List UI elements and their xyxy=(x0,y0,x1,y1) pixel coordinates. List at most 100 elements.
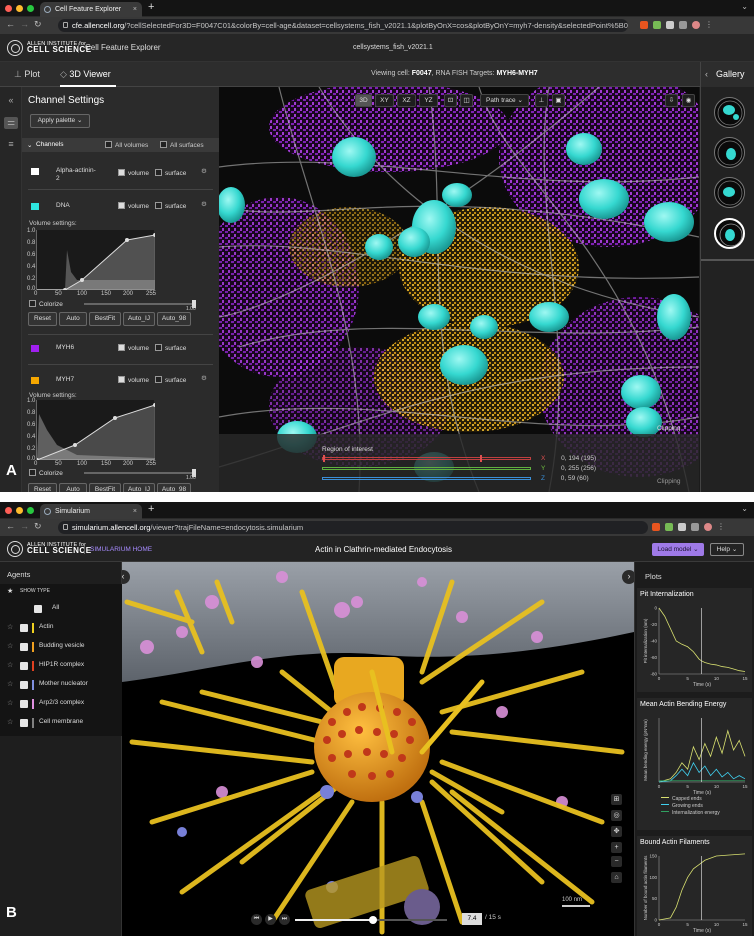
colorize-toggle[interactable]: Colorize xyxy=(29,469,63,477)
colorize-slider[interactable] xyxy=(84,469,196,477)
volume-toggle[interactable]: volume xyxy=(118,344,149,352)
channel-row[interactable]: DNA volume surface ⚙ xyxy=(22,197,219,219)
checkbox[interactable] xyxy=(20,700,28,708)
forward-icon[interactable]: → xyxy=(20,19,29,29)
checkbox[interactable] xyxy=(118,202,125,209)
collapse-icon[interactable]: « xyxy=(4,95,18,107)
star-icon[interactable]: ☆ xyxy=(7,623,13,631)
gallery-thumbnail[interactable] xyxy=(714,177,745,208)
star-icon[interactable]: ★ xyxy=(7,587,13,595)
tab-plot[interactable]: ⊥ Plot xyxy=(14,62,44,87)
extension-icon[interactable] xyxy=(652,523,660,531)
agent-row[interactable]: ☆ Arp2/3 complex xyxy=(0,695,122,713)
home-icon[interactable]: ⌂ xyxy=(611,872,622,883)
roi-x-slider[interactable] xyxy=(322,455,531,462)
surface-toggle[interactable]: surface xyxy=(155,169,186,177)
gallery-header[interactable]: ‹ Gallery xyxy=(700,62,754,87)
checkbox[interactable] xyxy=(105,141,112,148)
channel-color-swatch[interactable] xyxy=(31,345,39,352)
auto-98-button[interactable]: Auto_98 xyxy=(157,312,191,326)
view-yz-button[interactable]: YZ xyxy=(419,94,438,107)
maximize-window-dot[interactable] xyxy=(27,5,34,12)
checkbox[interactable] xyxy=(118,376,125,383)
gear-icon[interactable]: ⚙ xyxy=(201,167,207,175)
agent-row[interactable]: ☆ HIP1R complex xyxy=(0,657,122,675)
minimize-window-dot[interactable] xyxy=(16,507,23,514)
auto-button[interactable]: Auto xyxy=(59,483,87,492)
close-tab-icon[interactable]: × xyxy=(133,2,137,17)
back-icon[interactable]: ← xyxy=(6,19,15,29)
star-icon[interactable]: ☆ xyxy=(7,718,13,726)
pit-internalization-chart[interactable]: 0 5 10 15 0 -20 -40 -60 -80 Time (s) Pit internali… xyxy=(637,602,752,692)
all-surfaces-toggle[interactable]: All surfaces xyxy=(160,141,204,149)
colorize-toggle[interactable]: Colorize xyxy=(29,300,63,308)
time-slider[interactable] xyxy=(295,916,447,924)
checkbox[interactable] xyxy=(20,643,28,651)
auto-ij-button[interactable]: Auto_IJ xyxy=(123,312,155,326)
tab-3d-viewer[interactable]: ◇ 3D Viewer xyxy=(60,62,116,87)
allen-logo-icon[interactable] xyxy=(7,40,23,56)
collapse-right-panel-button[interactable]: › xyxy=(622,570,634,584)
volume-toggle[interactable]: volume xyxy=(118,169,149,177)
roi-y-slider[interactable] xyxy=(322,467,531,470)
grid-icon[interactable]: ⊞ xyxy=(611,794,622,805)
checkbox[interactable] xyxy=(29,300,36,307)
bounding-box-icon[interactable]: ▣ xyxy=(552,94,565,107)
gear-icon[interactable]: ⚙ xyxy=(201,374,207,382)
simularium-home-link[interactable]: SIMULARIUM HOME xyxy=(84,546,152,554)
surface-toggle[interactable]: surface xyxy=(155,344,186,352)
ruler-icon[interactable]: ⊥ xyxy=(535,94,548,107)
bestfit-button[interactable]: BestFit xyxy=(89,312,121,326)
profile-icon[interactable] xyxy=(704,523,712,531)
channel-color-swatch[interactable] xyxy=(31,203,39,210)
zoom-in-icon[interactable]: + xyxy=(611,842,622,853)
allen-logo-icon[interactable] xyxy=(7,541,23,557)
gallery-thumbnail[interactable] xyxy=(714,97,745,128)
chevron-down-icon[interactable]: ⌄ xyxy=(741,504,748,513)
simulation-viewport[interactable]: ‹ › ⊞ ◎ ✥ + − ⌂ 100 nm ⏮ ▶ ⏭ 7.4 / 15 s xyxy=(122,562,634,936)
auto-ij-button[interactable]: Auto_IJ xyxy=(123,483,155,492)
bestfit-button[interactable]: BestFit xyxy=(89,483,121,492)
volume-toggle[interactable]: volume xyxy=(118,376,149,384)
auto-button[interactable]: Auto xyxy=(59,312,87,326)
clipping-label-bottom[interactable]: Clipping xyxy=(657,478,681,485)
auto-98-button[interactable]: Auto_98 xyxy=(157,483,191,492)
channel-color-swatch[interactable] xyxy=(31,377,39,384)
puzzle-icon[interactable] xyxy=(666,21,674,29)
puzzle-icon[interactable] xyxy=(678,523,686,531)
sidepanel-icon[interactable] xyxy=(691,523,699,531)
maximize-window-dot[interactable] xyxy=(27,507,34,514)
browser-tab[interactable]: Cell Feature Explorer × xyxy=(40,2,142,17)
forward-icon[interactable]: → xyxy=(20,521,29,531)
checkbox[interactable] xyxy=(155,344,162,351)
transfer-function-editor[interactable] xyxy=(35,400,157,462)
agent-row[interactable]: ☆ Mother nucleator xyxy=(0,676,122,694)
star-icon[interactable]: ☆ xyxy=(7,642,13,650)
time-input[interactable]: 7.4 xyxy=(462,913,482,925)
more-icon[interactable]: ⋮ xyxy=(705,21,713,29)
back-icon[interactable]: ← xyxy=(6,521,15,531)
metadata-icon[interactable]: ≡ xyxy=(4,139,18,151)
slider-handle[interactable] xyxy=(480,455,482,462)
surface-toggle[interactable]: surface xyxy=(155,202,186,210)
step-forward-icon[interactable]: ⏭ xyxy=(279,914,290,925)
close-tab-icon[interactable]: × xyxy=(133,504,137,519)
slider-handle[interactable] xyxy=(369,916,377,924)
load-model-button[interactable]: Load model ⌄ xyxy=(652,543,704,556)
address-field[interactable]: simularium.allencell.org/viewer?trajFile… xyxy=(58,521,648,534)
star-icon[interactable]: ☆ xyxy=(7,661,13,669)
checkbox[interactable] xyxy=(20,624,28,632)
surface-toggle[interactable]: surface xyxy=(155,376,186,384)
camera-icon[interactable]: ◉ xyxy=(682,94,695,107)
help-button[interactable]: Help ⌄ xyxy=(710,543,744,556)
all-volumes-toggle[interactable]: All volumes xyxy=(105,141,148,149)
gallery-thumbnail-selected[interactable] xyxy=(714,218,745,249)
bending-energy-chart[interactable]: 0 5 10 15Time (s)Mean bending energy (pN*nm… xyxy=(637,712,752,802)
extension-icon[interactable] xyxy=(653,21,661,29)
roi-z-slider[interactable] xyxy=(322,477,531,480)
checkbox[interactable] xyxy=(20,681,28,689)
reload-icon[interactable]: ↻ xyxy=(34,19,42,30)
3d-volume-viewer[interactable]: 3D XY XZ YZ ⊡ ◫ Path trace ⌄ ⊥ ▣ ⇩ ◉ Cli… xyxy=(219,87,699,492)
new-tab-icon[interactable]: + xyxy=(148,1,154,13)
channel-row[interactable]: MYH6 volume surface xyxy=(22,339,219,361)
